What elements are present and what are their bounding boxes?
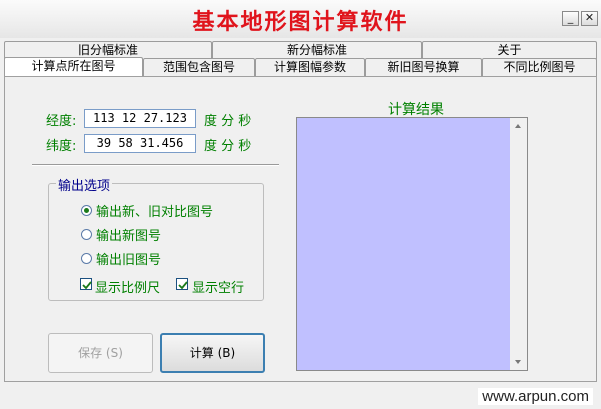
- checkmark-icon: [82, 281, 92, 290]
- window-title: 基本地形图计算软件: [192, 9, 409, 35]
- tab-different-scale[interactable]: 不同比例图号: [482, 58, 597, 76]
- save-button[interactable]: 保存 (S): [48, 333, 153, 373]
- result-title: 计算结果: [388, 102, 444, 118]
- app-window: 基本地形图计算软件 _ ✕ 旧分幅标准 新分幅标准 关于 计算点所在图号 范围包…: [0, 0, 601, 409]
- checkbox-show-blank-lines-label[interactable]: 显示空行: [192, 277, 244, 296]
- tab-new-old-conversion[interactable]: 新旧图号换算: [365, 58, 482, 76]
- output-options-title: 输出选项: [56, 175, 113, 194]
- radio-new-number[interactable]: [81, 229, 92, 240]
- radio-compare-new-old-label[interactable]: 输出新、旧对比图号: [96, 201, 213, 220]
- longitude-input[interactable]: 113 12 27.123: [84, 109, 196, 128]
- tab-row-bottom: 计算点所在图号 范围包含图号 计算图幅参数 新旧图号换算 不同比例图号: [0, 57, 601, 78]
- radio-compare-new-old[interactable]: [81, 205, 92, 216]
- tab-sheet-parameters[interactable]: 计算图幅参数: [255, 58, 365, 76]
- divider: [32, 164, 279, 166]
- scroll-up-arrow-icon[interactable]: [515, 124, 521, 128]
- checkbox-show-scale-label[interactable]: 显示比例尺: [95, 277, 160, 296]
- tab-new-sheet-standard[interactable]: 新分幅标准: [212, 41, 422, 59]
- title-bar: 基本地形图计算软件 _ ✕: [0, 0, 601, 38]
- result-scrollbar[interactable]: [510, 118, 527, 370]
- checkbox-show-blank-lines[interactable]: [176, 278, 188, 290]
- latitude-label: 纬度:: [46, 139, 77, 154]
- checkmark-icon: [178, 281, 188, 290]
- calculate-button[interactable]: 计算 (B): [160, 333, 265, 373]
- tab-about[interactable]: 关于: [422, 41, 597, 59]
- longitude-units: 度 分 秒: [204, 114, 252, 129]
- latitude-units: 度 分 秒: [204, 139, 252, 154]
- tab-point-sheet-number[interactable]: 计算点所在图号: [4, 57, 143, 78]
- radio-old-number[interactable]: [81, 253, 92, 264]
- radio-old-number-label[interactable]: 输出旧图号: [96, 249, 161, 268]
- watermark: www.arpun.com: [478, 388, 593, 405]
- longitude-label: 经度:: [46, 114, 77, 129]
- checkbox-show-scale[interactable]: [80, 278, 92, 290]
- radio-new-number-label[interactable]: 输出新图号: [96, 225, 161, 244]
- window-controls: _ ✕: [562, 11, 598, 26]
- close-button[interactable]: ✕: [581, 11, 598, 26]
- scroll-down-arrow-icon[interactable]: [515, 360, 521, 364]
- minimize-button[interactable]: _: [562, 11, 579, 26]
- result-textarea[interactable]: [296, 117, 528, 371]
- tab-range-sheets[interactable]: 范围包含图号: [143, 58, 255, 76]
- latitude-input[interactable]: 39 58 31.456: [84, 134, 196, 153]
